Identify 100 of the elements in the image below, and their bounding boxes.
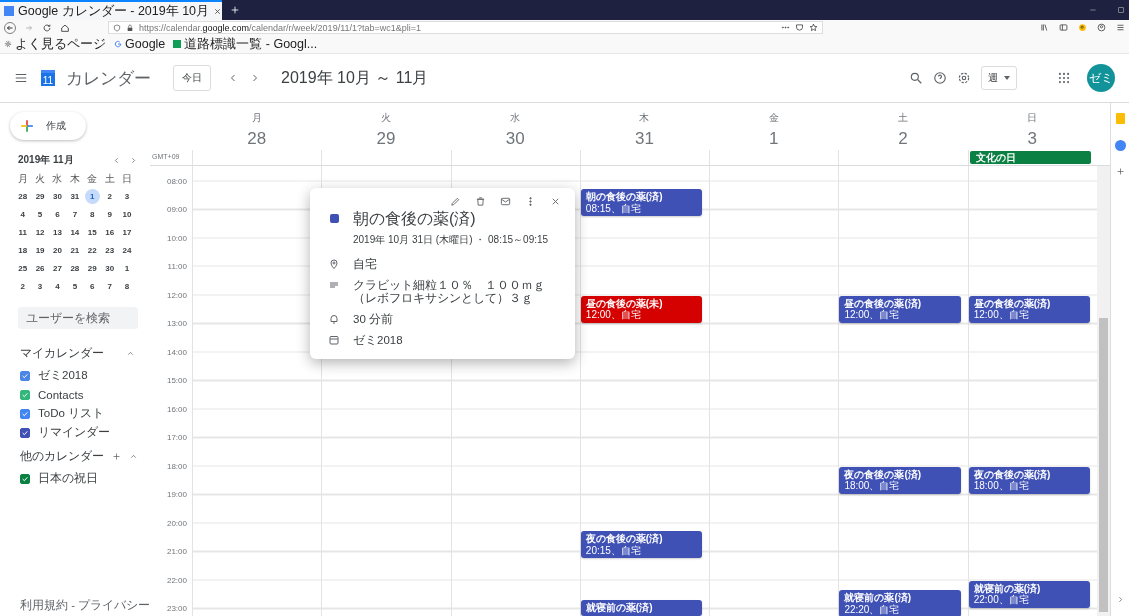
more-icon[interactable] [781, 23, 790, 32]
mini-calendar-day[interactable]: 3 [119, 189, 135, 204]
mini-calendar-day[interactable]: 23 [102, 243, 118, 258]
calendar-event[interactable]: 朝の食後の薬(済) 08:15、自宅 [580, 189, 703, 217]
user-search-field[interactable]: ユーザーを検索 [18, 307, 138, 329]
mini-calendar-day[interactable]: 16 [102, 225, 118, 240]
mini-calendar-day[interactable]: 11 [15, 225, 31, 240]
mini-calendar-day[interactable]: 10 [119, 207, 135, 222]
mini-calendar-day[interactable]: 13 [49, 225, 65, 240]
date-number[interactable]: 31 [635, 129, 654, 149]
restore-icon[interactable] [1117, 6, 1125, 14]
home-icon[interactable] [60, 22, 70, 33]
mini-calendar-day[interactable]: 1 [119, 261, 135, 276]
mini-calendar-day[interactable]: 4 [49, 279, 65, 294]
mini-calendar-day[interactable]: 2 [102, 189, 118, 204]
next-icon[interactable] [129, 155, 138, 165]
scrollbar[interactable] [1096, 166, 1110, 616]
calendar-checkbox[interactable] [20, 389, 30, 400]
calendar-checkbox[interactable] [20, 473, 30, 484]
create-button[interactable]: 作成 [10, 112, 86, 140]
email-icon[interactable] [500, 196, 511, 207]
calendar-checkbox[interactable] [20, 408, 30, 419]
mini-calendar-day[interactable]: 22 [84, 243, 100, 258]
today-button[interactable]: 今日 [173, 65, 211, 91]
calendar-event[interactable]: 昼の食後の薬(未) 12:00、自宅 [580, 296, 703, 323]
sidebar-icon[interactable] [1059, 23, 1068, 32]
collapse-icon[interactable] [126, 349, 135, 358]
mini-calendar-day[interactable]: 15 [84, 225, 100, 240]
delete-icon[interactable] [475, 196, 486, 207]
mini-calendar-day[interactable]: 30 [102, 261, 118, 276]
mini-calendar-day[interactable]: 24 [119, 243, 135, 258]
date-number[interactable]: 1 [769, 129, 779, 149]
date-number[interactable]: 2 [898, 129, 908, 149]
mini-calendar-day[interactable]: 2 [15, 279, 31, 294]
mini-calendar-day[interactable]: 12 [32, 225, 48, 240]
mini-calendar-day[interactable]: 19 [32, 243, 48, 258]
date-number[interactable]: 3 [1027, 129, 1038, 149]
mini-calendar-day[interactable]: 4 [15, 207, 31, 222]
account-avatar[interactable]: ゼミ [1087, 64, 1115, 92]
bookmark[interactable]: よく見るページ [4, 35, 106, 53]
calendar-event[interactable]: 就寝前の薬(済) 22:20、自宅 [839, 590, 961, 616]
tasks-icon[interactable] [1114, 140, 1126, 151]
mini-calendar-day[interactable]: 3 [32, 279, 48, 294]
bookmark[interactable]: Google [114, 37, 166, 51]
mini-calendar-day[interactable]: 8 [84, 207, 100, 222]
calendar-checkbox[interactable] [20, 427, 30, 438]
footer-links[interactable]: 利用規約 - プライバシー [20, 598, 150, 613]
previous-icon[interactable] [112, 155, 121, 165]
mini-calendar-day[interactable]: 28 [15, 189, 31, 204]
star-icon[interactable] [809, 23, 818, 32]
browser-tab[interactable]: Google カレンダー - 2019年 10月 [0, 0, 222, 20]
bookmark[interactable]: 道路標識一覧 - Googl... [173, 35, 318, 53]
mini-calendar-day[interactable]: 1 [84, 189, 100, 204]
mini-calendar-day[interactable]: 25 [15, 261, 31, 276]
menu-icon[interactable] [14, 71, 28, 85]
library-icon[interactable] [1040, 23, 1049, 32]
date-number[interactable]: 29 [376, 129, 396, 149]
all-day-event[interactable]: 文化の日 [969, 151, 1091, 164]
mini-calendar-day[interactable]: 31 [67, 189, 83, 204]
mini-calendar-day[interactable]: 20 [49, 243, 65, 258]
calendar-event[interactable]: 夜の食後の薬(済) 18:00、自宅 [968, 467, 1090, 494]
account-icon[interactable] [1097, 23, 1106, 32]
calendar-checkbox[interactable] [20, 370, 30, 381]
search-icon[interactable] [909, 71, 923, 85]
extension-icon[interactable] [1078, 23, 1087, 32]
mini-calendar-day[interactable]: 6 [49, 207, 65, 222]
date-number[interactable]: 30 [505, 129, 525, 149]
new-tab-icon[interactable] [230, 5, 240, 15]
date-number[interactable]: 28 [247, 129, 267, 149]
back-icon[interactable] [4, 21, 16, 34]
calendar-event[interactable]: 就寝前の薬(済) [580, 600, 703, 616]
mini-calendar-day[interactable]: 29 [84, 261, 100, 276]
add-icon[interactable] [112, 452, 121, 461]
calendar-event[interactable]: 夜の食後の薬(済) 18:00、自宅 [839, 467, 961, 494]
view-dropdown[interactable]: 週 [981, 66, 1017, 90]
mini-calendar-day[interactable]: 28 [67, 261, 83, 276]
mini-calendar-day[interactable]: 29 [32, 189, 48, 204]
menu-icon[interactable] [1116, 23, 1125, 32]
address-bar[interactable]: https://calendar.google.com/calendar/r/week/2019/11/1?tab=wc1&pli=1 [108, 21, 823, 34]
mini-calendar-day[interactable]: 17 [119, 225, 135, 240]
edit-icon[interactable] [450, 196, 461, 207]
mini-calendar-day[interactable]: 7 [102, 279, 118, 294]
mini-calendar-day[interactable]: 14 [67, 225, 83, 240]
mini-calendar-day[interactable]: 18 [15, 243, 31, 258]
mini-calendar-day[interactable]: 27 [49, 261, 65, 276]
calendar-event[interactable]: 昼の食後の薬(済) 12:00、自宅 [839, 296, 961, 323]
mini-calendar-day[interactable]: 30 [49, 189, 65, 204]
mini-calendar-day[interactable]: 6 [84, 279, 100, 294]
calendar-event[interactable]: 夜の食後の薬(済) 20:15、自宅 [580, 531, 703, 559]
apps-icon[interactable] [1057, 71, 1071, 85]
mini-calendar-day[interactable]: 5 [32, 207, 48, 222]
settings-icon[interactable] [957, 71, 971, 85]
mini-calendar-day[interactable]: 7 [67, 207, 83, 222]
collapse-icon[interactable] [129, 452, 138, 461]
mini-calendar-day[interactable]: 21 [67, 243, 83, 258]
help-icon[interactable] [933, 71, 947, 85]
calendar-event[interactable]: 就寝前の薬(済) 22:00、自宅 [968, 581, 1090, 608]
close-icon[interactable] [213, 6, 223, 16]
pocket-icon[interactable] [795, 23, 804, 32]
mini-calendar-day[interactable]: 26 [32, 261, 48, 276]
